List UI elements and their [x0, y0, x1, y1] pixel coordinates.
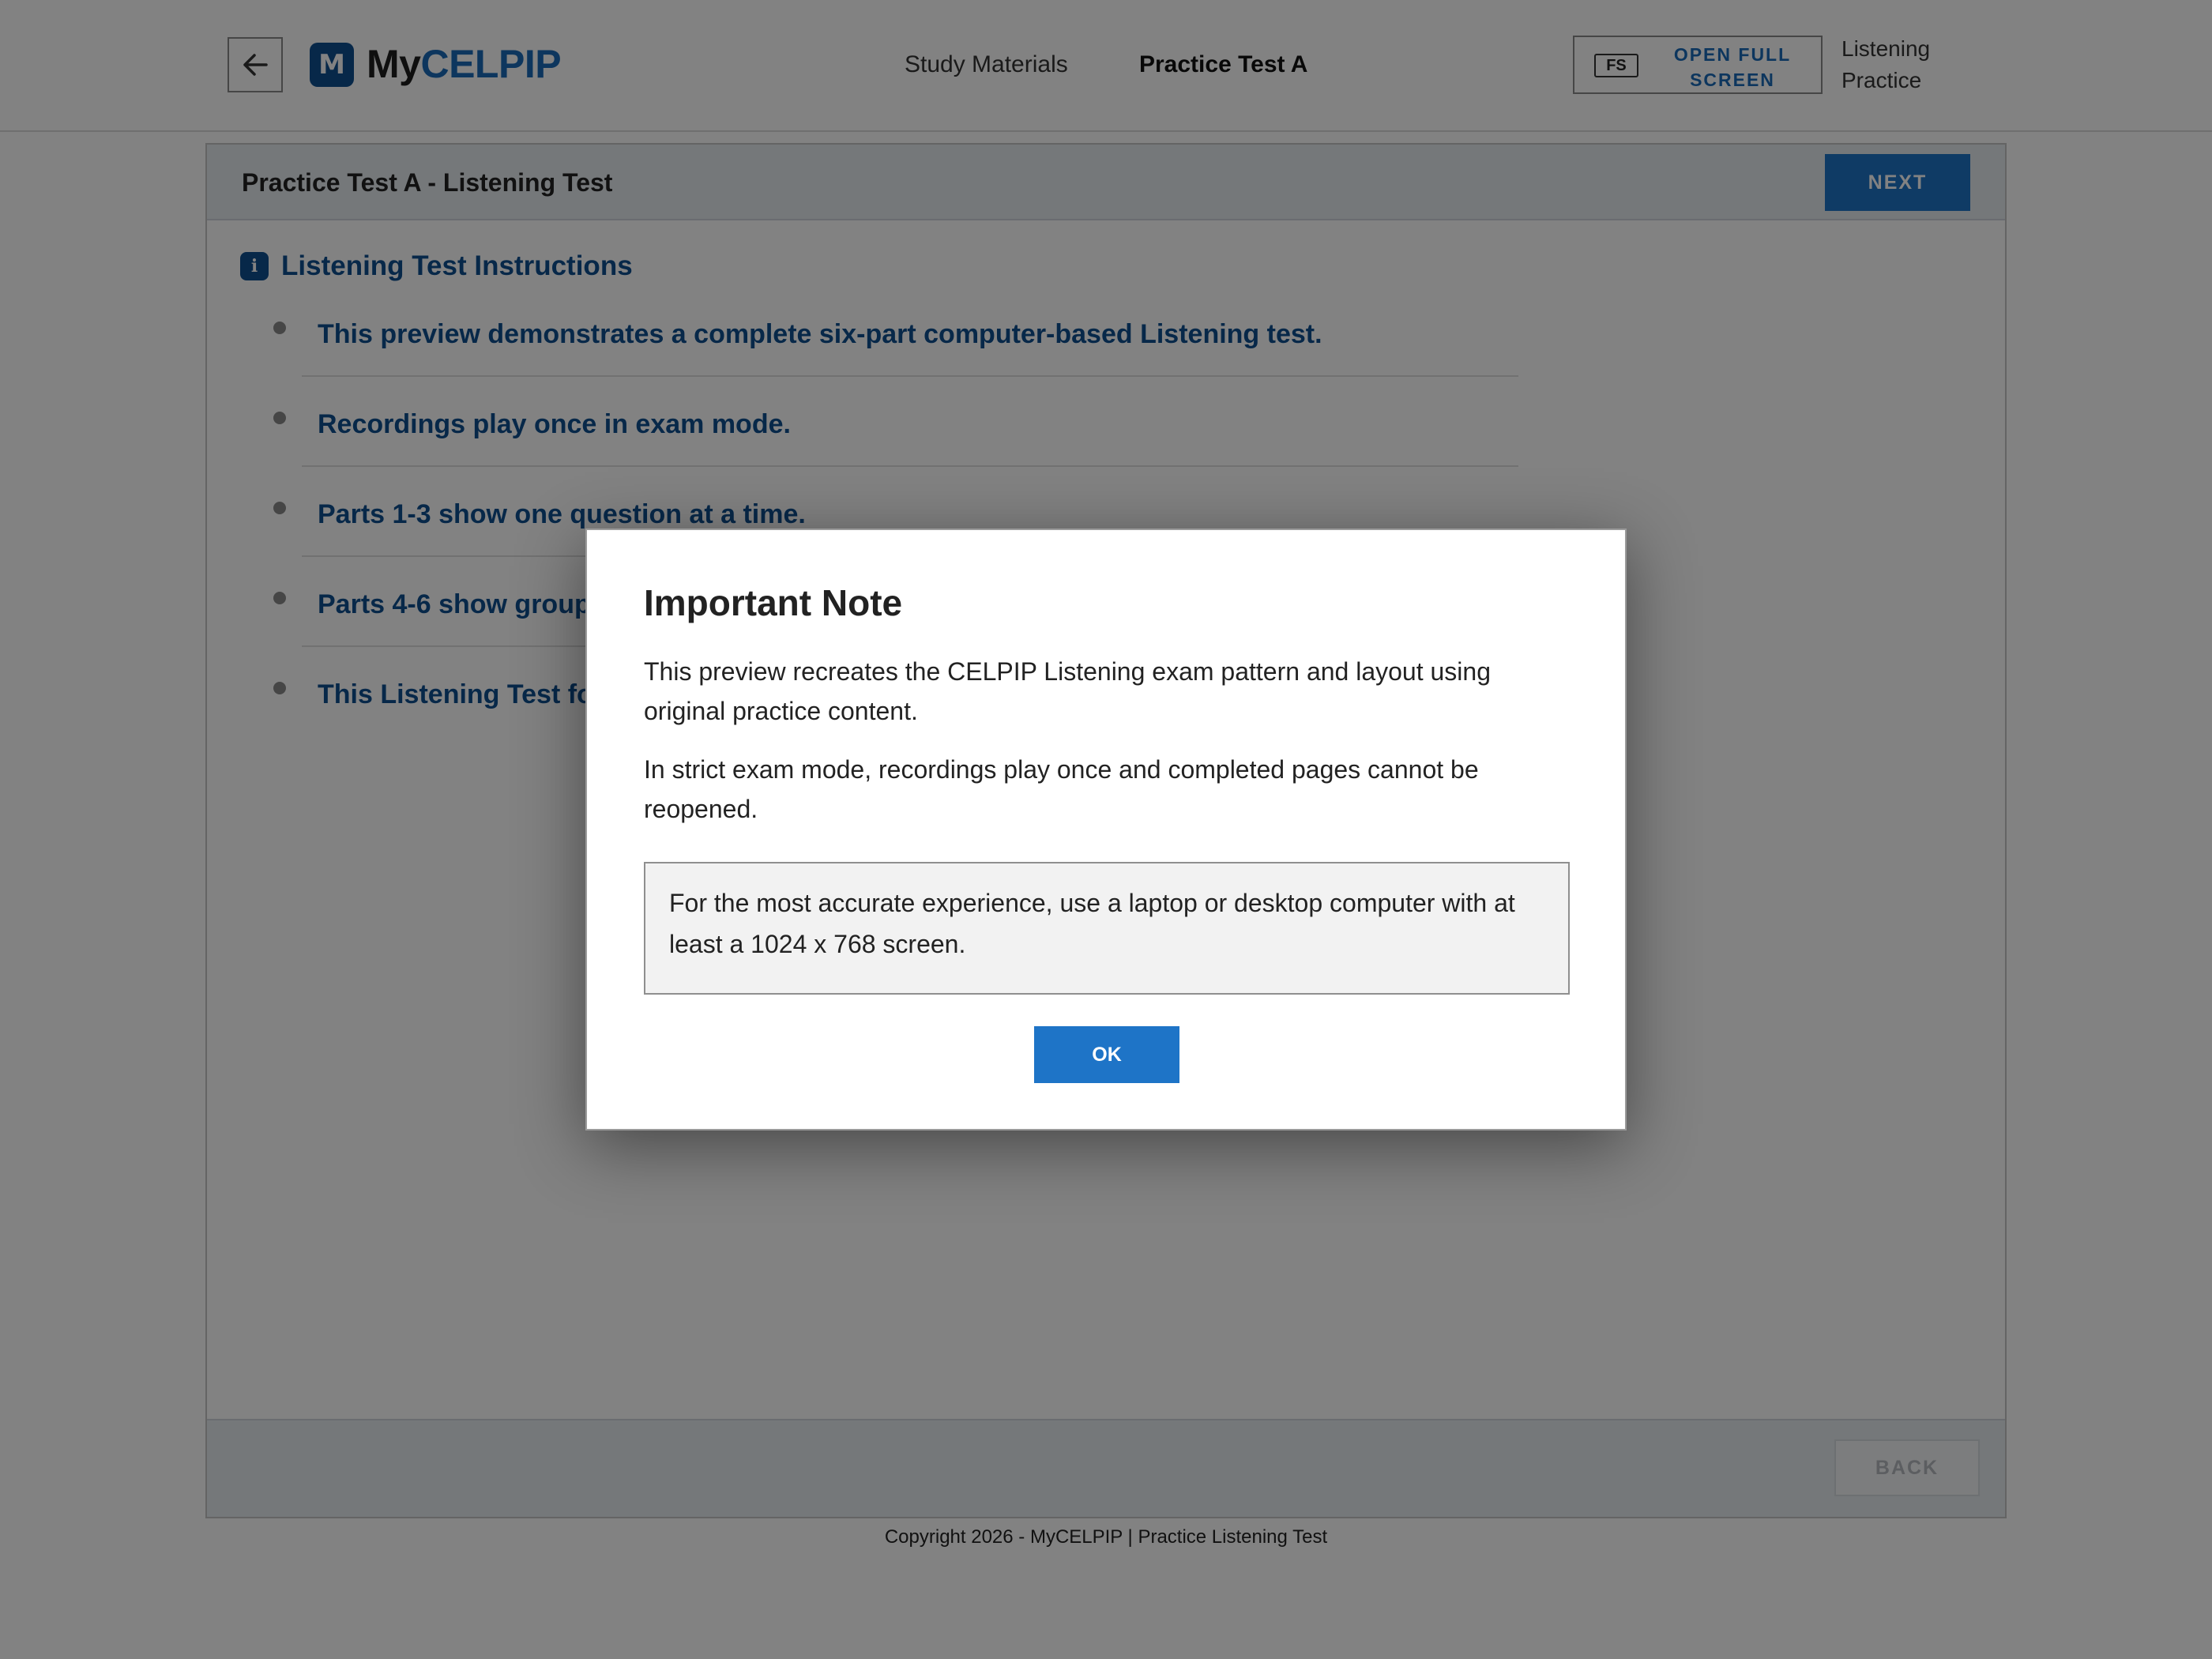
dialog-title: Important Note	[644, 582, 903, 623]
dialog-paragraph-1: This preview recreates the CELPIP Listen…	[644, 657, 1491, 725]
important-note-dialog: Important Note This preview recreates th…	[585, 529, 1627, 1130]
dialog-paragraph-2: In strict exam mode, recordings play onc…	[644, 755, 1479, 823]
screen-requirement-note: For the most accurate experience, use a …	[644, 862, 1570, 995]
ok-button[interactable]: OK	[1034, 1026, 1179, 1083]
